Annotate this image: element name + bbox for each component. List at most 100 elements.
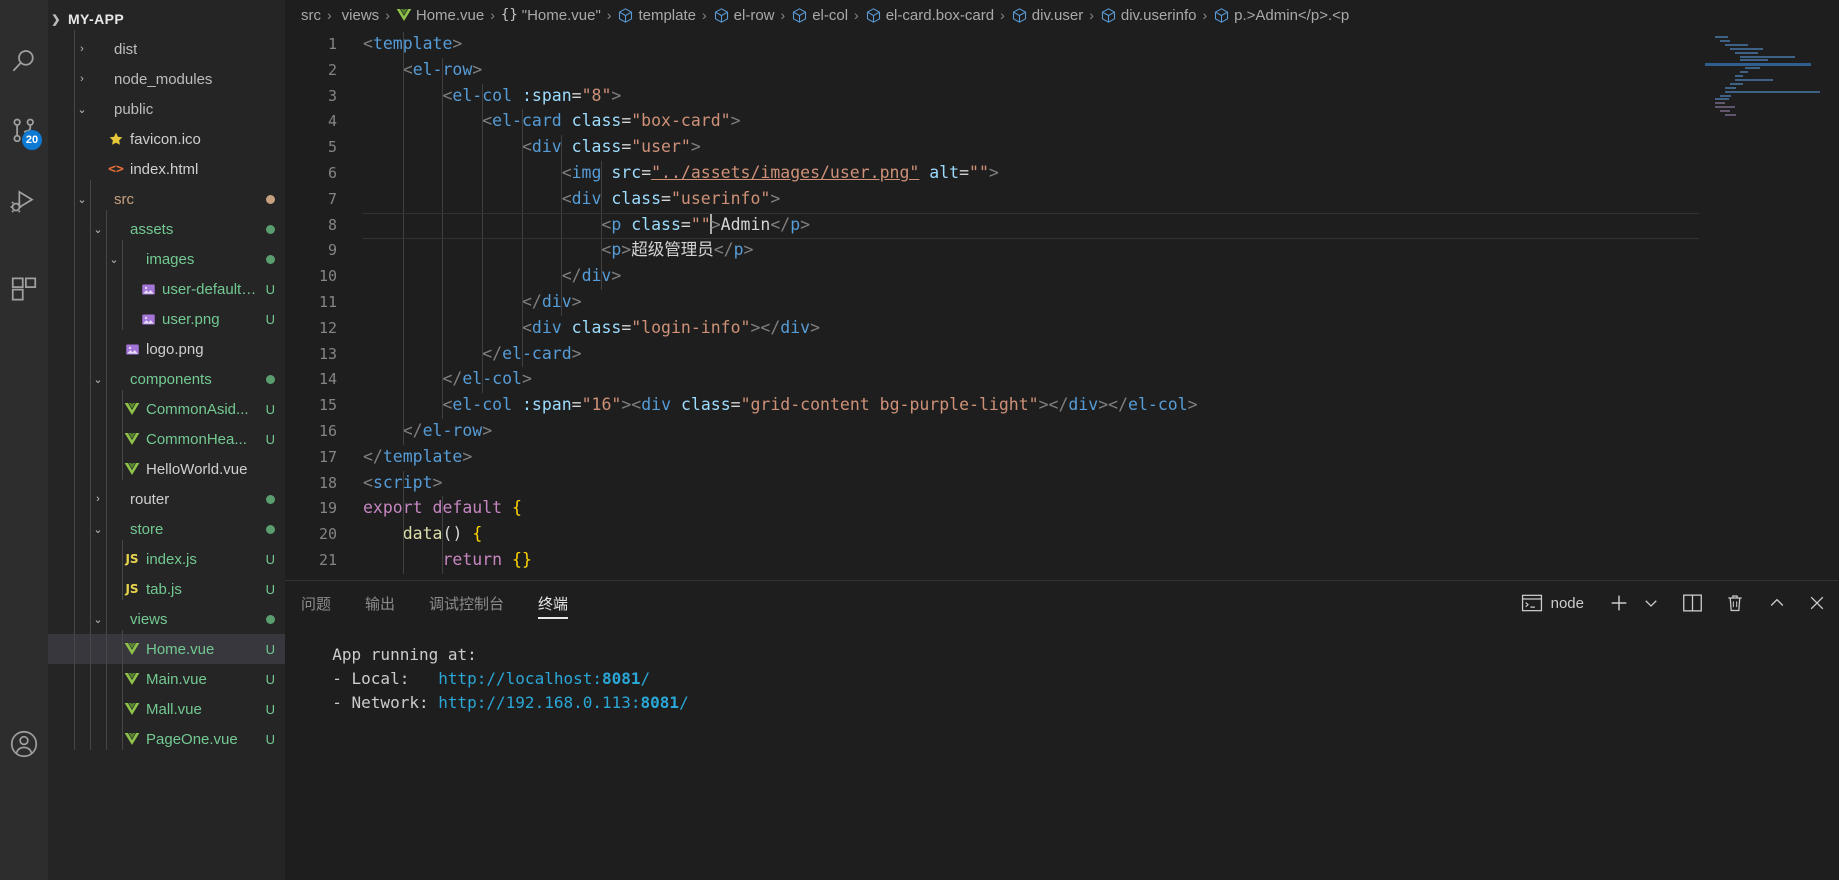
breadcrumb-item-src[interactable]: src: [297, 7, 321, 24]
split-terminal-button[interactable]: [1682, 593, 1703, 613]
code-line[interactable]: 2 <el-row>: [285, 57, 1839, 83]
activity-item-extensions[interactable]: [0, 254, 48, 324]
source-control-badge: 20: [22, 130, 42, 150]
activity-item-run-and-debug[interactable]: [0, 166, 48, 236]
explorer-item-label: public: [114, 100, 154, 118]
line-number: 20: [318, 525, 337, 544]
breadcrumb-item-home-vue[interactable]: Home.vue: [396, 7, 484, 24]
explorer-item-components[interactable]: ⌄ components: [48, 364, 285, 394]
file-tree[interactable]: ❯ MY-APP › dist › node_modules ⌄ public favic…: [48, 0, 285, 754]
panel-tab-问题[interactable]: 问题: [301, 581, 331, 625]
code-line[interactable]: 6 <img src="../assets/images/user.png" a…: [285, 160, 1839, 186]
code-line[interactable]: 16 </el-row>: [285, 418, 1839, 444]
panel-tab-终端[interactable]: 终端: [538, 581, 569, 625]
explorer-item-dist[interactable]: › dist: [48, 34, 285, 64]
code-line[interactable]: 21 return {}: [285, 547, 1839, 573]
star-icon: [109, 132, 123, 145]
symbol-field-icon: [713, 7, 730, 24]
explorer-item-assets[interactable]: ⌄ assets: [48, 214, 285, 244]
explorer-item-index-html[interactable]: <> index.html: [48, 154, 285, 184]
terminal-dropdown-button[interactable]: [1642, 594, 1660, 612]
explorer-item-label: views: [130, 610, 168, 628]
explorer-item-tab-js[interactable]: JS tab.js U: [48, 574, 285, 604]
breadcrumb-item-home-vue[interactable]: {} "Home.vue": [501, 7, 601, 24]
breadcrumb-item-el-col[interactable]: el-col: [791, 7, 848, 24]
explorer-item-router[interactable]: › router: [48, 484, 285, 514]
explorer-item-favicon-ico[interactable]: favicon.ico: [48, 124, 285, 154]
code-line[interactable]: 10 </div>: [285, 263, 1839, 289]
editor-indent-guide: [442, 496, 444, 574]
explorer-item-helloworld-vue[interactable]: HelloWorld.vue: [48, 454, 285, 484]
close-panel-button[interactable]: [1807, 593, 1827, 613]
breadcrumb-item-div-user[interactable]: div.user: [1011, 7, 1083, 24]
breadcrumb-item-template[interactable]: template: [617, 7, 696, 24]
git-status-dot: [266, 374, 275, 384]
breadcrumb-item-p-admin-p-p[interactable]: p.>Admin</p>.<p: [1213, 7, 1349, 24]
explorer-item-public[interactable]: ⌄ public: [48, 94, 285, 124]
explorer-item-commonhea[interactable]: CommonHea... U: [48, 424, 285, 454]
code-line[interactable]: 14 </el-col>: [285, 366, 1839, 392]
kill-terminal-button[interactable]: [1725, 592, 1745, 614]
activity-item-search[interactable]: [0, 26, 48, 96]
explorer-item-label: store: [130, 520, 164, 538]
breadcrumb-item-el-card-box-card[interactable]: el-card.box-card: [865, 7, 994, 24]
code-line[interactable]: 9 <p>超级管理员</p>: [285, 237, 1839, 263]
code-line[interactable]: 12 <div class="login-info"></div>: [285, 315, 1839, 341]
explorer-item-src[interactable]: ⌄ src: [48, 184, 285, 214]
explorer-item-home-vue[interactable]: Home.vue U: [48, 634, 285, 664]
explorer-item-user-png[interactable]: user.png U: [48, 304, 285, 334]
code-line[interactable]: 17 </template>: [285, 444, 1839, 470]
explorer-item-mall-vue[interactable]: Mall.vue U: [48, 694, 285, 724]
activity-item-source-control[interactable]: 20: [0, 96, 48, 166]
new-terminal-button[interactable]: [1608, 592, 1630, 614]
panel-tab-调试控制台[interactable]: 调试控制台: [429, 581, 504, 625]
explorer-item-user-default[interactable]: user-default.... U: [48, 274, 285, 304]
terminal-output[interactable]: App running at: - Local: http://localhos…: [285, 625, 1839, 880]
code-line[interactable]: 19 export default {: [285, 495, 1839, 521]
terminal-selector[interactable]: node: [1521, 594, 1584, 612]
collapse-panel-button[interactable]: [1767, 593, 1787, 613]
terminal-line: - Network: http://192.168.0.113:8081/: [313, 691, 1839, 715]
code-line[interactable]: 3 <el-col :span="8">: [285, 83, 1839, 109]
explorer-item-logo-png[interactable]: logo.png: [48, 334, 285, 364]
explorer-item-main-vue[interactable]: Main.vue U: [48, 664, 285, 694]
terminal-link[interactable]: http://localhost:8081/: [438, 669, 650, 688]
line-number: 16: [318, 421, 337, 440]
code-line[interactable]: 20 data() {: [285, 521, 1839, 547]
explorer-item-views[interactable]: ⌄ views: [48, 604, 285, 634]
code-scroll[interactable]: 1 <template> 2 <el-row> 3 <el-col :span="8"…: [285, 30, 1839, 580]
symbol-field-icon: [1215, 7, 1229, 23]
panel-tab-输出[interactable]: 输出: [365, 581, 395, 625]
terminal-link[interactable]: http://192.168.0.113:8081/: [438, 693, 688, 712]
explorer-item-index-js[interactable]: JS index.js U: [48, 544, 285, 574]
close-icon: [1810, 596, 1824, 610]
code-line[interactable]: 18 <script>: [285, 470, 1839, 496]
explorer-item-store[interactable]: ⌄ store: [48, 514, 285, 544]
code-line[interactable]: 1 <template>: [285, 31, 1839, 57]
breadcrumb-item-div-userinfo[interactable]: div.userinfo: [1100, 7, 1196, 24]
code-line[interactable]: 13 </el-card>: [285, 341, 1839, 367]
explorer-root[interactable]: ❯ MY-APP: [48, 4, 285, 34]
explorer-item-pageone-vue[interactable]: PageOne.vue U: [48, 724, 285, 754]
symbol-field-icon: [1101, 7, 1115, 23]
code-line[interactable]: 7 <div class="userinfo">: [285, 186, 1839, 212]
source-code[interactable]: 1 <template> 2 <el-row> 3 <el-col :span="8"…: [285, 30, 1839, 574]
breadcrumb-item-el-row[interactable]: el-row: [713, 7, 775, 24]
code-line[interactable]: 5 <div class="user">: [285, 134, 1839, 160]
editor-code-area[interactable]: 1 <template> 2 <el-row> 3 <el-col :span="8"…: [285, 30, 1839, 580]
explorer-item-commonasid[interactable]: CommonAsid... U: [48, 394, 285, 424]
explorer-item-node-modules[interactable]: › node_modules: [48, 64, 285, 94]
activity-item-account[interactable]: [0, 728, 48, 760]
explorer-item-images[interactable]: ⌄ images: [48, 244, 285, 274]
activity-item-explorer[interactable]: [0, 0, 48, 6]
breadcrumb[interactable]: src › views › Home.vue › {} "Home.vue" › template…: [285, 0, 1839, 30]
breadcrumb-label: p.>Admin</p>.<p: [1234, 6, 1350, 24]
breadcrumb-item-views[interactable]: views: [338, 7, 380, 24]
panel-tabs[interactable]: 问题 输出 调试控制台 终端: [301, 581, 602, 625]
code-line[interactable]: 15 <el-col :span="16"><div class="grid-c…: [285, 392, 1839, 418]
code-line[interactable]: 11 </div>: [285, 289, 1839, 315]
explorer-item-label: PageOne.vue: [146, 730, 238, 748]
code-line[interactable]: 8 <p class="">Admin</p>: [285, 212, 1839, 238]
breadcrumb-label: "Home.vue": [521, 6, 601, 24]
code-line[interactable]: 4 <el-card class="box-card">: [285, 108, 1839, 134]
